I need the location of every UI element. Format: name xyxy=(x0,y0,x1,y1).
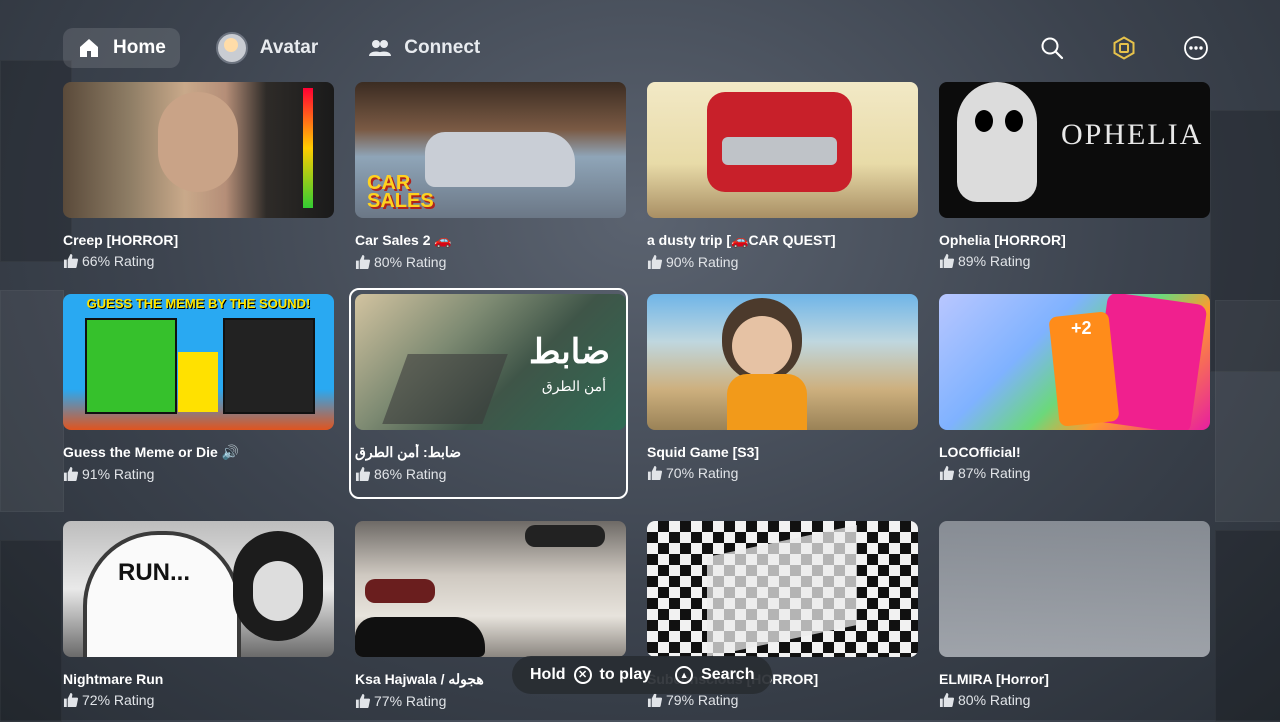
game-rating-text: 87% Rating xyxy=(958,465,1031,481)
game-rating: 91% Rating xyxy=(63,466,334,482)
top-nav: Home Avatar Connect xyxy=(63,28,494,68)
game-thumbnail xyxy=(647,521,918,657)
game-rating-text: 66% Rating xyxy=(82,253,155,269)
game-rating: 70% Rating xyxy=(647,465,918,481)
robux-button[interactable] xyxy=(1110,34,1138,62)
robux-icon xyxy=(1113,36,1135,60)
game-card[interactable]: RUN... Nightmare Run 72% Rating xyxy=(63,521,334,708)
game-rating-text: 91% Rating xyxy=(82,466,155,482)
game-thumbnail xyxy=(63,82,334,218)
more-icon xyxy=(1184,36,1208,60)
hint-search: Search xyxy=(701,666,755,683)
game-card-focused[interactable]: ضابط أمن الطرق ضابط: أمن الطرق 86% Ratin… xyxy=(349,288,628,499)
game-title: Guess the Meme or Die 🔊 xyxy=(63,444,240,460)
thumbs-up-icon xyxy=(355,694,370,708)
avatar-icon xyxy=(215,32,248,64)
game-thumbnail: +2 xyxy=(939,294,1210,430)
thumbnail-text: RUN... xyxy=(118,559,190,586)
game-rating-text: 77% Rating xyxy=(374,693,447,709)
game-card[interactable]: Creep [HORROR] 66% Rating xyxy=(63,82,334,269)
game-card[interactable]: GUESS THE MEME BY THE SOUND! Guess the M… xyxy=(63,294,334,482)
game-rating: 80% Rating xyxy=(939,692,1210,708)
nav-home-label: Home xyxy=(113,37,166,58)
game-thumbnail xyxy=(647,294,918,430)
game-rating: 79% Rating xyxy=(647,692,918,708)
game-title: a dusty trip [🚗CAR QUEST] xyxy=(647,232,836,248)
game-title: ELMIRA [Horror] xyxy=(939,671,1049,687)
game-rating: 87% Rating xyxy=(939,465,1210,481)
nav-avatar-label: Avatar xyxy=(259,37,319,58)
game-thumbnail xyxy=(647,82,918,218)
thumbs-up-icon xyxy=(63,693,78,707)
game-title: Squid Game [S3] xyxy=(647,444,760,460)
thumbnail-text: +2 xyxy=(1071,318,1092,338)
game-title: LOCOfficial! xyxy=(939,444,1021,460)
game-rating: 89% Rating xyxy=(939,253,1210,269)
thumbs-up-icon xyxy=(647,693,662,707)
game-rating: 66% Rating xyxy=(63,253,334,269)
game-title: Nightmare Run xyxy=(63,671,164,687)
game-thumbnail xyxy=(355,521,626,657)
game-card[interactable]: +2 LOCOfficial! 87% Rating xyxy=(939,294,1210,481)
thumbnail-subtext: أمن الطرق xyxy=(541,378,606,394)
game-title: Ophelia [HORROR] xyxy=(939,232,1066,248)
game-title: Car Sales 2 🚗 xyxy=(355,232,452,248)
game-card[interactable]: Squid Game [S3] 70% Rating xyxy=(647,294,918,481)
search-icon xyxy=(1041,37,1064,60)
search-button[interactable] xyxy=(1038,34,1066,62)
game-thumbnail: CAR SALES xyxy=(355,82,626,218)
game-rating-text: 90% Rating xyxy=(666,254,739,270)
game-rating: 72% Rating xyxy=(63,692,334,708)
thumbs-up-icon xyxy=(63,254,78,268)
thumbnail-text: CAR SALES xyxy=(367,172,434,212)
thumbnail-text: OPHELIA xyxy=(1061,118,1204,151)
nav-home[interactable]: Home xyxy=(63,28,180,68)
game-rating-text: 70% Rating xyxy=(666,465,739,481)
game-thumbnail: OPHELIA xyxy=(939,82,1210,218)
thumbs-up-icon xyxy=(355,255,370,269)
nav-avatar[interactable]: Avatar xyxy=(202,28,332,68)
game-rating-text: 89% Rating xyxy=(958,253,1031,269)
game-thumbnail xyxy=(939,521,1210,657)
hint-hold: Hold xyxy=(530,666,566,683)
game-card[interactable]: ELMIRA [Horror] 80% Rating xyxy=(939,521,1210,708)
game-title: Creep [HORROR] xyxy=(63,232,179,248)
game-thumbnail: ضابط أمن الطرق xyxy=(355,294,626,430)
game-thumbnail: GUESS THE MEME BY THE SOUND! xyxy=(63,294,334,430)
game-rating: 90% Rating xyxy=(647,254,918,270)
thumbs-up-icon xyxy=(647,466,662,480)
thumbnail-text: ضابط xyxy=(529,333,610,371)
thumbs-up-icon xyxy=(939,466,954,480)
game-rating-text: 72% Rating xyxy=(82,692,155,708)
people-icon xyxy=(368,36,392,60)
thumbs-up-icon xyxy=(939,254,954,268)
game-rating-text: 80% Rating xyxy=(374,254,447,270)
triangle-button-icon: ▲ xyxy=(675,666,694,684)
thumbs-up-icon xyxy=(63,467,78,481)
hint-to-play: to play xyxy=(599,666,652,683)
game-card[interactable]: a dusty trip [🚗CAR QUEST] 90% Rating xyxy=(647,82,918,270)
game-rating-text: 79% Rating xyxy=(666,692,739,708)
thumbs-up-icon xyxy=(939,693,954,707)
nav-connect-label: Connect xyxy=(404,37,481,58)
game-thumbnail: RUN... xyxy=(63,521,334,657)
controller-hint-bar: Hold ✕ to play ▲ Search xyxy=(512,656,773,694)
thumbs-up-icon xyxy=(647,255,662,269)
game-card[interactable]: CAR SALES Car Sales 2 🚗 80% Rating xyxy=(355,82,626,270)
game-card[interactable]: OPHELIA Ophelia [HORROR] 89% Rating xyxy=(939,82,1210,269)
game-rating: 80% Rating xyxy=(355,254,626,270)
game-rating: 77% Rating xyxy=(355,693,626,709)
thumbnail-text: GUESS THE MEME BY THE SOUND! xyxy=(86,296,311,311)
more-button[interactable] xyxy=(1182,34,1210,62)
game-rating-text: 80% Rating xyxy=(958,692,1031,708)
nav-connect[interactable]: Connect xyxy=(354,28,494,68)
top-right-actions xyxy=(1038,34,1210,62)
cross-button-icon: ✕ xyxy=(573,666,592,684)
home-icon xyxy=(77,36,101,60)
